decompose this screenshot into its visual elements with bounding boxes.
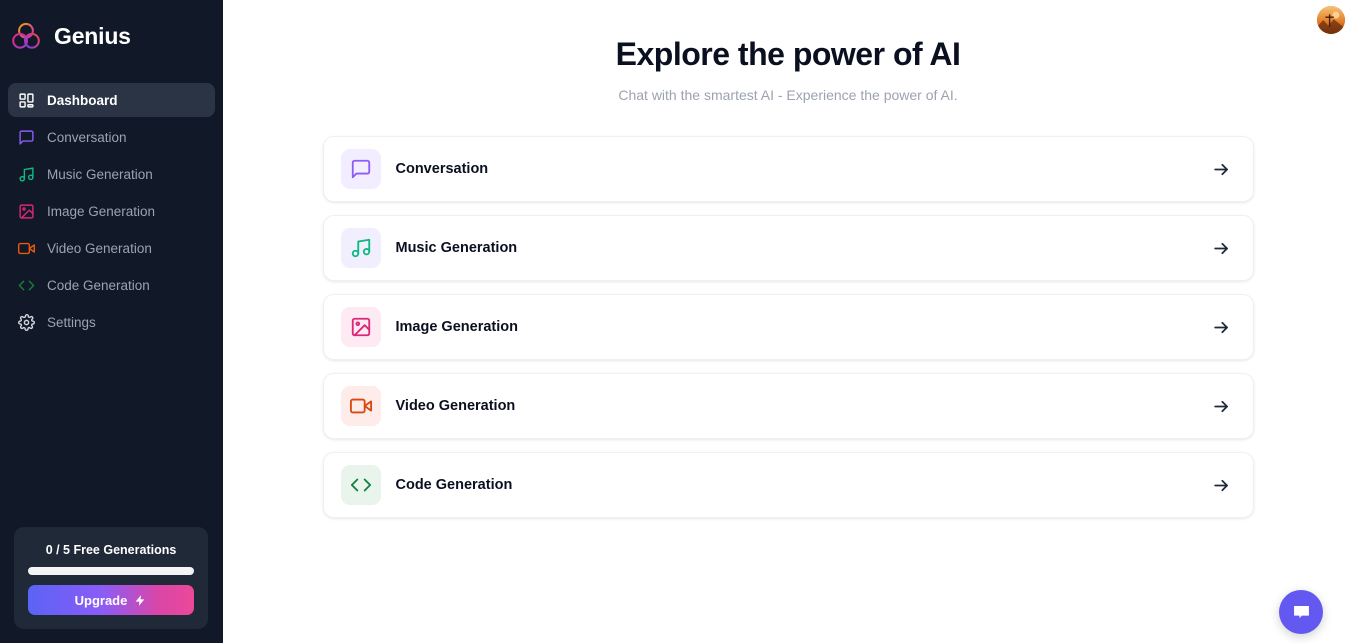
tool-card-label: Music Generation [395,240,518,257]
sidebar: Genius Dashboard Conversation Music Gene… [0,0,223,643]
arrow-right-icon[interactable] [1212,160,1231,179]
video-camera-icon [18,242,35,254]
zap-bolt-icon [135,594,145,606]
brand-link[interactable]: Genius [0,0,223,58]
page-subtitle: Chat with the smartest AI - Experience t… [618,87,958,104]
gear-icon [18,313,35,331]
tool-card-conversation[interactable]: Conversation [322,136,1254,203]
tool-card-label: Video Generation [395,398,516,415]
code-brackets-icon [18,280,35,290]
tool-card-content: Video Generation [340,386,1212,427]
tool-card-content: Conversation [340,149,1212,190]
upgrade-button[interactable]: Upgrade [28,585,194,615]
sidebar-item-label: Dashboard [47,92,118,108]
app-root: Genius Dashboard Conversation Music Gene… [0,0,1353,643]
tool-card-content: Code Generation [340,465,1212,506]
main-content: Explore the power of AI Chat with the sm… [223,0,1353,643]
tool-card-music-generation[interactable]: Music Generation [322,215,1254,282]
sidebar-item-code-generation[interactable]: Code Generation [8,268,215,302]
sidebar-item-label: Music Generation [47,166,153,182]
sidebar-item-label: Image Generation [47,203,156,219]
brand-name: Genius [54,22,131,49]
sidebar-item-label: Settings [47,314,96,330]
sidebar-item-settings[interactable]: Settings [8,305,215,339]
tool-card-content: Image Generation [340,307,1212,348]
chat-bubble-icon [1293,605,1309,618]
free-generations-card: 0 / 5 Free Generations Upgrade [14,527,208,629]
sidebar-nav: Dashboard Conversation Music Generation [0,83,223,339]
tool-card-list: Conversation Music Generation Image Gene… [322,136,1254,519]
hero-section: Explore the power of AI Chat with the sm… [223,0,1353,103]
image-icon [351,318,370,337]
music-note-icon [19,166,34,182]
code-brackets-icon [350,478,371,492]
music-note-icon [351,239,370,258]
tool-icon-background [340,228,381,269]
page-title: Explore the power of AI [615,36,961,72]
sidebar-item-music-generation[interactable]: Music Generation [8,157,215,191]
tool-icon-background [340,386,381,427]
tool-icon-background [340,465,381,506]
tool-card-image-generation[interactable]: Image Generation [322,294,1254,361]
tool-card-content: Music Generation [340,228,1212,269]
sidebar-item-image-generation[interactable]: Image Generation [8,194,215,228]
tool-card-label: Conversation [395,161,489,178]
avatar[interactable] [1317,6,1345,34]
message-square-icon [351,160,370,179]
free-generations-counter: 0 / 5 Free Generations [45,543,177,557]
sidebar-item-label: Code Generation [47,277,150,293]
tool-card-code-generation[interactable]: Code Generation [322,452,1254,519]
message-square-icon [19,129,34,145]
tool-card-video-generation[interactable]: Video Generation [322,373,1254,440]
arrow-right-icon[interactable] [1212,239,1231,258]
sidebar-item-label: Video Generation [47,240,152,256]
video-camera-icon [349,399,372,414]
tool-card-label: Code Generation [395,477,513,494]
free-generations-progress [28,567,194,575]
sidebar-item-dashboard[interactable]: Dashboard [8,83,215,117]
sidebar-item-label: Conversation [47,129,127,145]
sidebar-item-video-generation[interactable]: Video Generation [8,231,215,265]
arrow-right-icon[interactable] [1212,318,1231,337]
user-avatar [1317,6,1345,34]
image-icon [19,203,34,219]
upgrade-button-label: Upgrade [74,592,128,608]
layout-dashboard-icon [19,92,34,108]
arrow-right-icon[interactable] [1212,476,1231,495]
sidebar-item-conversation[interactable]: Conversation [8,120,215,154]
tool-icon-background [340,149,381,190]
tool-icon-background [340,307,381,348]
chat-widget-button[interactable] [1279,590,1323,634]
tool-card-label: Image Generation [395,319,518,336]
trefoil-circles-logo [12,22,40,49]
arrow-right-icon[interactable] [1212,397,1231,416]
